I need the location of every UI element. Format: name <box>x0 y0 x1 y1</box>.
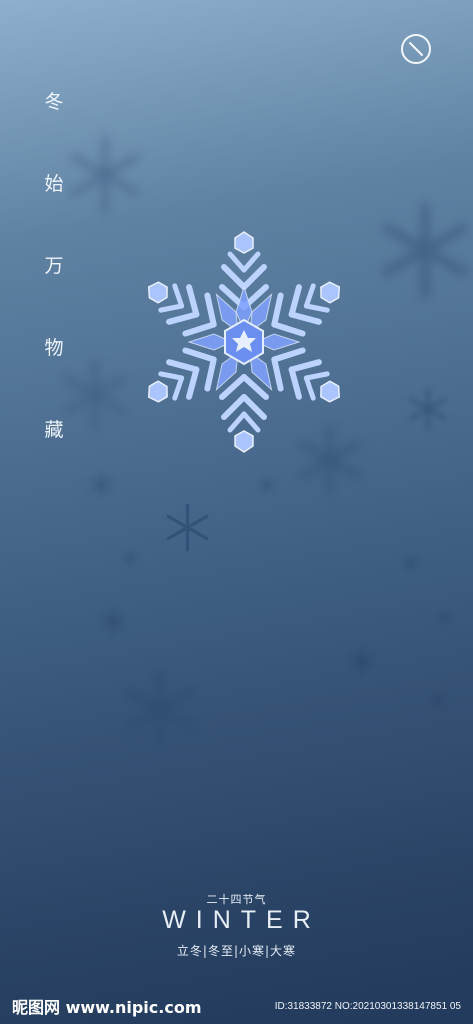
poem-char: 物 <box>44 337 64 359</box>
image-id-text: ID:31833872 NO:20210301338147851 05 <box>274 1000 461 1012</box>
small-snowflake-icon <box>89 471 113 499</box>
crystal-snowflake-icon <box>122 231 366 456</box>
poem-char: 藏 <box>44 419 64 441</box>
site-logo: 昵图网 www.nipic.com <box>12 998 202 1017</box>
solar-terms-label: 二十四节气 <box>206 893 267 906</box>
no-entry-button[interactable] <box>401 34 431 64</box>
small-snowflake-icon <box>257 475 275 495</box>
blurred-snowflake-icon <box>382 201 468 299</box>
watermark-footer: 昵图网 www.nipic.com ID:31833872 NO:2021030… <box>0 988 473 1024</box>
vertical-poem: 冬 始 万 物 藏 <box>38 92 70 440</box>
terms-line: 立冬|冬至|小寒|大寒 <box>176 944 297 958</box>
no-entry-icon <box>409 42 423 56</box>
small-snowflake-icon <box>101 607 125 635</box>
blurred-snowflake-icon <box>124 669 196 751</box>
small-snowflake-icon <box>402 553 420 573</box>
small-snowflake-icon <box>409 388 447 430</box>
small-snowflake-icon <box>437 609 453 627</box>
small-snowflake-icon <box>122 549 138 567</box>
poem-char: 万 <box>44 255 64 277</box>
poem-char: 始 <box>44 173 64 195</box>
small-snowflake-icon <box>166 503 209 552</box>
winter-title: WINTER <box>162 906 321 934</box>
poem-char: 冬 <box>44 91 64 113</box>
small-snowflake-icon <box>349 646 375 676</box>
blurred-snowflake-icon <box>70 135 140 215</box>
small-snowflake-icon <box>430 691 446 709</box>
